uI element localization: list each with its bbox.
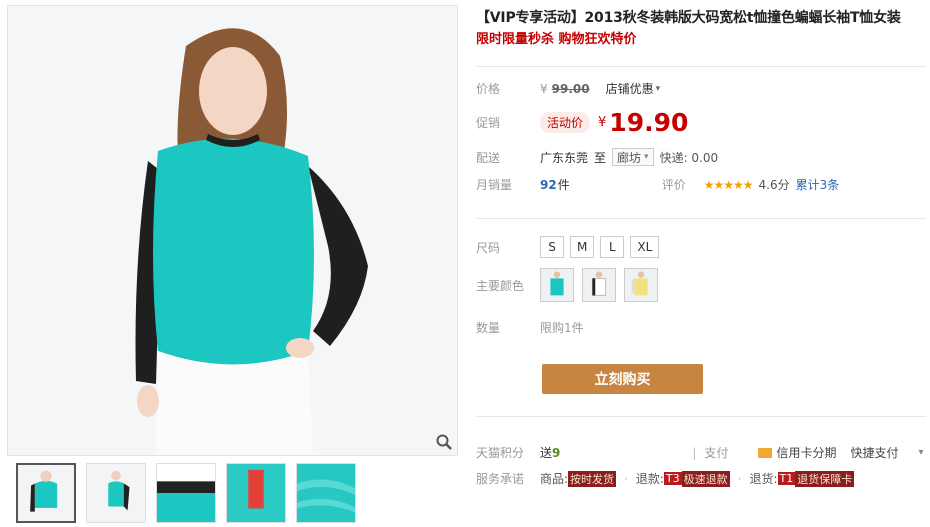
rating-score: 4.6分: [758, 178, 790, 192]
return-code-badge: T1: [777, 472, 796, 485]
product-page: 【VIP专享活动】2013秋冬装韩版大码宽松t恤撞色蝙蝠长袖T恤女装 限时限量秒…: [0, 0, 930, 527]
quantity-limit: 限购1件: [540, 321, 584, 335]
promo-tag: 活动价: [540, 112, 591, 133]
points-label: 天猫积分: [476, 446, 525, 460]
chevron-down-icon: ▾: [655, 83, 661, 94]
product-title: 【VIP专享活动】2013秋冬装韩版大码宽松t恤撞色蝙蝠长袖T恤女装: [476, 10, 901, 26]
size-option-xl[interactable]: XL: [630, 236, 660, 258]
points-value: 9: [552, 445, 561, 460]
promo-currency: ¥: [598, 115, 607, 130]
size-option-s[interactable]: S: [540, 236, 564, 258]
chevron-down-icon[interactable]: ▾: [918, 447, 923, 458]
promo-label: 促销: [476, 116, 501, 130]
delivery-from: 广东东莞: [540, 150, 589, 165]
on-time-shipping-badge[interactable]: 按时发货: [568, 470, 617, 487]
size-row: 尺码 S M L XL: [476, 236, 665, 258]
refund-code-badge: T3: [663, 472, 682, 485]
quantity-label: 数量: [476, 321, 501, 335]
return-guarantee-badge[interactable]: 退货保障卡: [795, 470, 855, 487]
color-swatch-white[interactable]: [582, 268, 616, 302]
review-count-link[interactable]: 累计3条: [796, 176, 840, 193]
quantity-row: 数量 限购1件: [476, 319, 584, 336]
destination-select[interactable]: 廊坊 ▾: [612, 148, 654, 166]
monthly-sales-unit: 件: [557, 178, 570, 192]
color-swatch-yellow[interactable]: [624, 268, 658, 302]
delivery-row: 配送 广东东莞 至 廊坊 ▾ 快递: 0.00: [476, 148, 718, 166]
service-row: 服务承诺 商品: 按时发货 · 退款: T3 极速退款 · 退货: T1 退货保…: [476, 470, 855, 487]
size-option-m[interactable]: M: [570, 236, 595, 258]
product-info-panel: 【VIP专享活动】2013秋冬装韩版大码宽松t恤撞色蝙蝠长袖T恤女装 限时限量秒…: [476, 8, 926, 487]
destination-value: 廊坊: [617, 150, 642, 165]
delivery-to-word: 至: [594, 150, 607, 165]
main-product-photo[interactable]: [7, 5, 458, 456]
fast-refund-badge[interactable]: 极速退款: [681, 470, 730, 487]
points-give: 送: [540, 446, 553, 460]
zoom-icon[interactable]: [435, 433, 453, 451]
divider: [476, 66, 926, 67]
points-row: 天猫积分 送 9 | 支付 信用卡分期 快捷支付 ▾: [476, 444, 926, 461]
credit-installment-link[interactable]: 信用卡分期: [776, 444, 836, 461]
currency-symbol: ¥: [540, 81, 548, 96]
price-label: 价格: [476, 82, 501, 96]
monthly-sales-count: 92: [540, 177, 557, 192]
thumbnail-5[interactable]: [296, 463, 356, 523]
buy-now-button[interactable]: 立刻购买: [542, 364, 703, 394]
promo-price: 19.90: [609, 108, 689, 137]
quick-pay-link[interactable]: 快捷支付: [850, 444, 898, 461]
promo-row: 促销 活动价 ¥ 19.90: [476, 108, 688, 137]
thumbnail-3[interactable]: [156, 463, 216, 523]
color-row: 主要颜色: [476, 268, 666, 302]
original-price: 99.00: [551, 81, 590, 96]
model-illustration: [8, 6, 457, 455]
shop-promo-label: 店铺优惠: [605, 82, 654, 96]
thumbnail-2[interactable]: [86, 463, 146, 523]
service-return: 退货:: [749, 472, 778, 486]
color-label: 主要颜色: [476, 278, 525, 293]
service-refund: 退款:: [635, 472, 664, 486]
product-subtitle: 限时限量秒杀 购物狂欢特价: [476, 32, 637, 47]
monthly-sales-label: 月销量: [476, 178, 513, 192]
thumbnail-strip: [16, 463, 356, 523]
rating-label: 评价: [661, 178, 686, 192]
payment-label: 支付: [704, 446, 729, 460]
credit-card-icon: [758, 447, 773, 458]
express-fee: 快递: 0.00: [659, 150, 719, 165]
chevron-down-icon: ▾: [644, 152, 649, 162]
separator: ·: [737, 471, 742, 486]
service-label: 服务承诺: [476, 472, 525, 486]
shop-promo-dropdown[interactable]: 店铺优惠 ▾: [606, 80, 661, 97]
size-label: 尺码: [476, 240, 501, 255]
color-swatch-teal[interactable]: [540, 268, 574, 302]
sales-row: 月销量 92 件 评价 ★★★★★ 4.6分 累计3条: [476, 176, 926, 193]
thumbnail-1[interactable]: [16, 463, 76, 523]
thumbnail-4[interactable]: [226, 463, 286, 523]
divider: [476, 218, 926, 219]
separator: ·: [624, 471, 628, 486]
divider: [476, 416, 926, 417]
size-option-l[interactable]: L: [600, 236, 625, 258]
separator: |: [692, 445, 697, 460]
price-row: 价格 ¥ 99.00 店铺优惠 ▾: [476, 80, 660, 97]
service-goods: 商品:: [540, 472, 569, 486]
delivery-label: 配送: [476, 150, 501, 165]
star-icon: ★★★★★: [703, 177, 754, 192]
